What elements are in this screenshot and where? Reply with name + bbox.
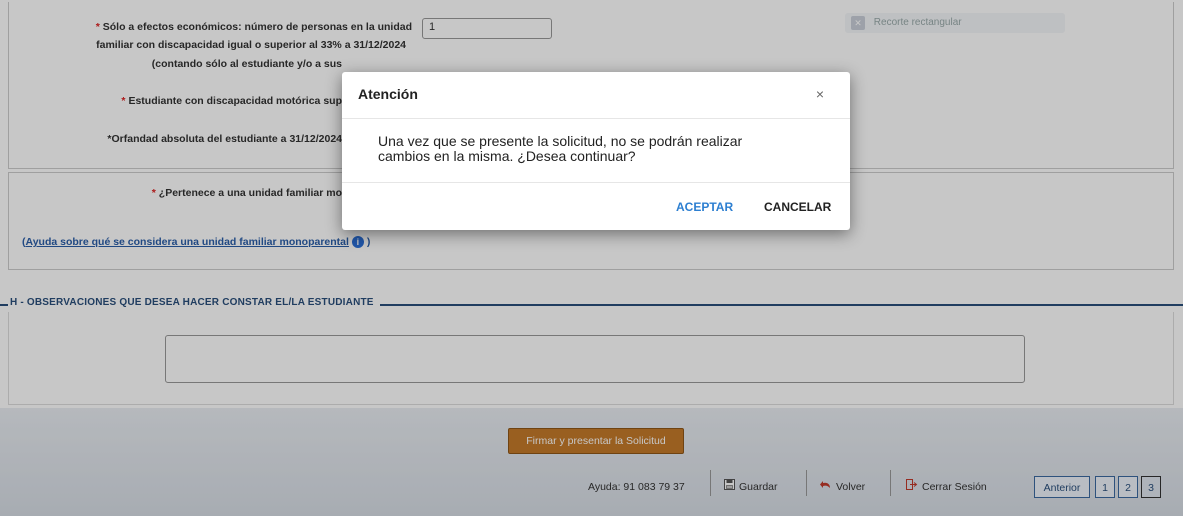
confirm-dialog: Atención × Una vez que se presente la so… (342, 72, 850, 230)
accept-button[interactable]: ACEPTAR (676, 200, 733, 214)
dialog-footer-divider (342, 182, 850, 183)
dialog-message: Una vez que se presente la solicitud, no… (378, 133, 743, 164)
close-icon[interactable]: × (816, 86, 824, 102)
cancel-button[interactable]: CANCELAR (764, 200, 831, 214)
dialog-header-divider (342, 118, 850, 119)
dialog-title: Atención (358, 86, 418, 102)
